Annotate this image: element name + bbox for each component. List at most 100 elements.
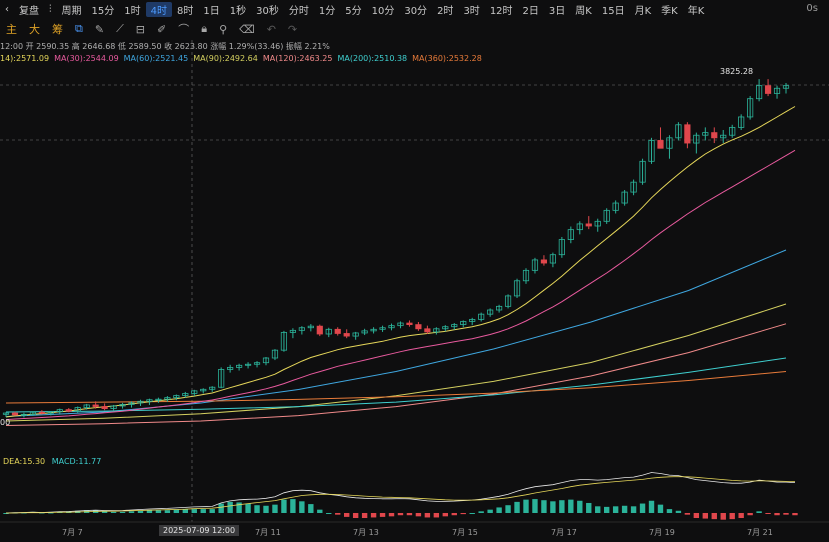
macd-dea-line [6,476,796,514]
ma-value-5: MA(200):2510.38 [337,54,408,63]
ruler-icon[interactable]: ⊟ [130,23,151,36]
ma-value-3: MA(90):2492.64 [193,54,258,63]
x-axis-label: 7月 7 [62,528,83,537]
macd-bar [532,499,538,513]
back-icon[interactable]: ‹ [0,4,14,15]
pencil-icon[interactable]: ✎ [89,23,110,36]
ma-value-6: MA(360):2532.28 [412,54,482,63]
lock-icon[interactable]: 🔒︎ [195,22,213,36]
timeframe-14[interactable]: 12时 [485,2,518,17]
macd-bar [595,506,601,513]
macd-bar [370,513,377,518]
filter-icon[interactable]: ⚲ [213,23,233,36]
tab-main[interactable]: 主 [0,21,23,37]
macd-bar [415,513,422,517]
period-button[interactable]: 周期 [57,2,87,17]
macd-bar [308,504,314,513]
timeframe-18[interactable]: 15日 [597,2,630,17]
macd-bar [361,513,368,519]
timeframe-3[interactable]: 8时 [172,2,198,17]
x-axis-label: 7月 21 [747,528,773,537]
macd-bar [765,513,771,514]
cursor-icon[interactable]: ⧉ [69,22,89,36]
macd-bar [155,510,162,513]
timeframe-6[interactable]: 30秒 [251,2,284,17]
candle-body [92,404,99,407]
timeframe-9[interactable]: 5分 [340,2,366,17]
macd-bar [290,499,296,513]
macd-bar [451,513,457,516]
timeframe-7[interactable]: 分时 [284,2,314,17]
candle-body [11,412,19,416]
macd-bar [254,505,260,513]
high-price-marker: 3825.28 [720,67,754,76]
timeframe-17[interactable]: 周K [570,2,597,17]
candle-body [657,140,664,149]
timeframe-0[interactable]: 15分 [87,2,120,17]
trash-icon[interactable]: ⌫ [233,23,261,36]
macd-bar [693,513,700,519]
macd-bar [568,499,574,513]
candles-icon[interactable]: ⫶ [44,4,57,15]
magnet-icon[interactable]: ⌒ [172,21,195,37]
timeframe-8[interactable]: 1分 [314,2,340,17]
timeframe-15[interactable]: 2日 [518,2,544,17]
macd-bar [236,502,242,513]
timeframe-11[interactable]: 30分 [399,2,432,17]
tab-big[interactable]: 大 [23,21,46,37]
ma-value-4: MA(120):2463.25 [262,54,333,63]
brush-icon[interactable]: ✐ [151,23,172,36]
macd-bar [335,513,341,515]
ma-line-long-0 [5,249,787,417]
macd-bar [442,513,448,517]
timeframe-4[interactable]: 1日 [198,2,224,17]
timeframe-20[interactable]: 季K [656,2,683,17]
candle-body [101,406,108,410]
timeframe-12[interactable]: 2时 [432,2,458,17]
replay-button[interactable]: 复盘 [14,2,44,17]
macd-bar [559,500,565,513]
macd-bar [227,501,233,513]
macd-bar [397,513,404,516]
macd-bar [675,510,682,513]
trend-line-icon[interactable]: ⟋ [110,22,130,36]
macd-bar [666,509,673,513]
timeframe-1[interactable]: 1时 [119,2,145,17]
price-chart[interactable] [0,0,829,542]
timeframe-2[interactable]: 4时 [145,1,172,17]
candle-body [684,124,691,144]
timeframe-5[interactable]: 1秒 [225,2,251,17]
macd-bar [182,509,188,513]
timeframe-13[interactable]: 3时 [458,2,484,17]
macd-bar [218,503,224,513]
timeframe-19[interactable]: 月K [630,2,657,17]
macd-bar [433,513,440,518]
macd-bar [424,513,431,518]
x-axis-label: 7月 17 [551,528,577,537]
candle-body [38,411,45,414]
macd-bar [586,502,592,513]
candle-body [711,132,718,139]
macd-legend: DEA:15.30 MACD:11.77 [3,457,101,466]
candle-body [424,328,431,333]
macd-label: MACD:11.77 [51,457,102,466]
candle-body [585,223,592,227]
macd-dif-line [5,472,796,514]
timeframe-21[interactable]: 年K [683,2,710,17]
tab-chips[interactable]: 筹 [46,21,69,37]
macd-bar [514,501,520,513]
x-axis-label: 7月 11 [255,528,281,537]
macd-bar [621,505,628,513]
undo-icon[interactable]: ↶ [261,23,282,36]
macd-bar [272,504,278,513]
macd-bar [711,513,717,520]
x-axis-label: 7月 15 [452,528,478,537]
macd-bar [352,513,359,519]
candle-body [764,85,772,94]
timeframe-10[interactable]: 10分 [367,2,400,17]
dea-label: DEA:15.30 [3,457,46,466]
macd-bar [281,499,287,513]
timeframe-16[interactable]: 3日 [544,2,570,17]
redo-icon[interactable]: ↷ [282,23,303,36]
macd-bar [317,509,323,513]
